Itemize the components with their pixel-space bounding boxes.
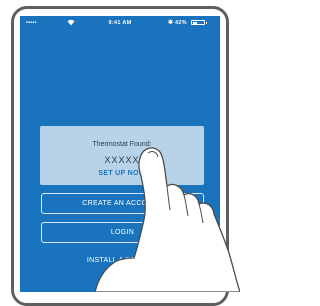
pointing-hand-illustration (94, 147, 240, 292)
